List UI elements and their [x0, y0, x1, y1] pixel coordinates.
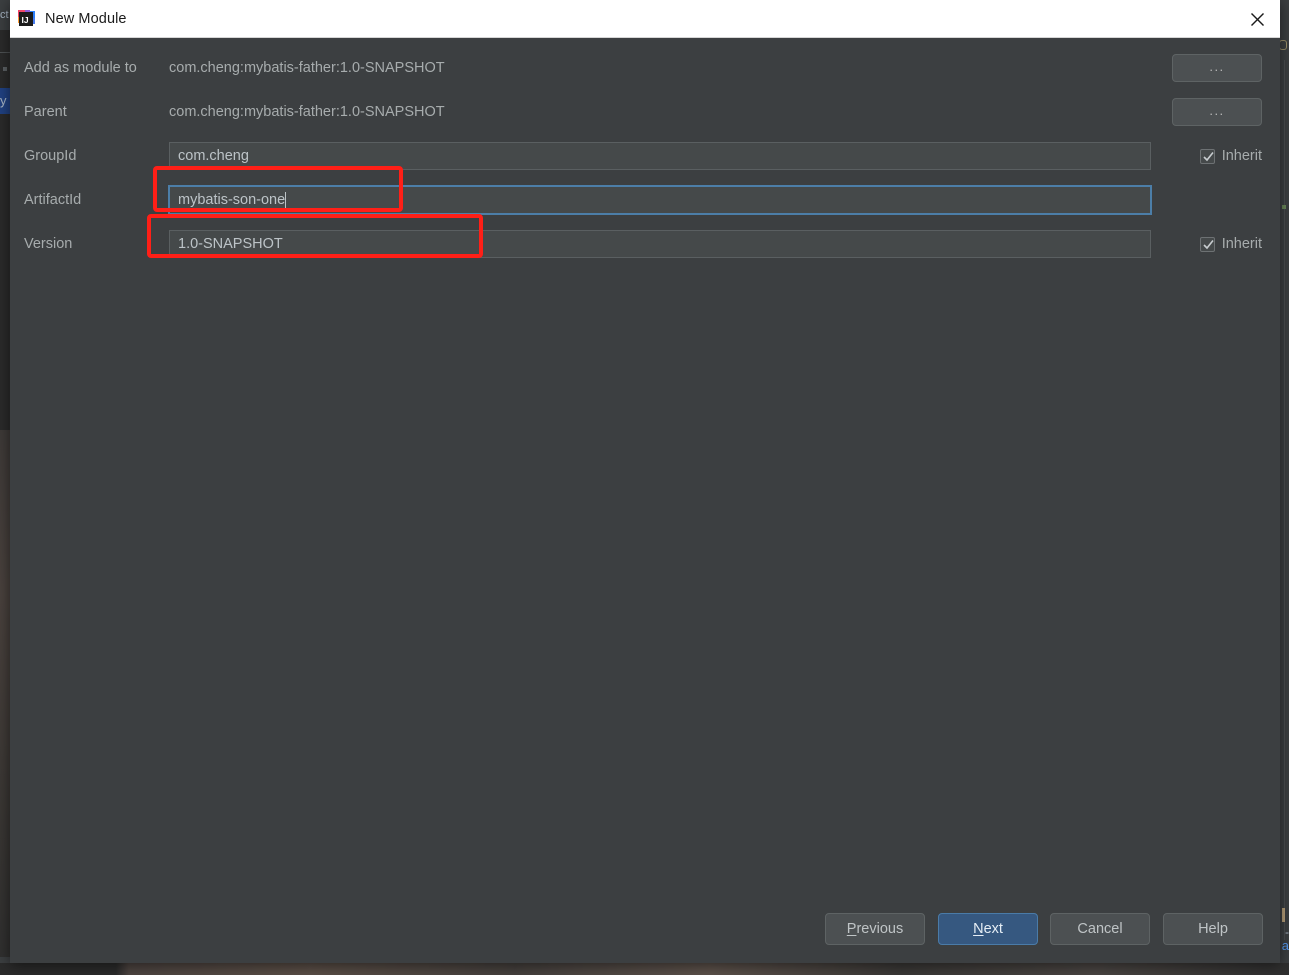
- dialog-footer: Previous Next Cancel Help: [10, 901, 1280, 963]
- close-icon[interactable]: [1234, 0, 1280, 38]
- form-row-groupid: GroupId com.cheng Inherit: [10, 136, 1280, 176]
- browse-add-as-module-to-button[interactable]: ...: [1172, 54, 1262, 82]
- ide-bullet-dot: [3, 67, 7, 71]
- ide-dash-fragment: -: [1285, 925, 1289, 939]
- checkbox-checked-icon: [1199, 236, 1215, 252]
- ide-blue-text-fragment: a: [1281, 938, 1289, 953]
- text-caret: [285, 192, 287, 208]
- artifactid-input-value: mybatis-son-one: [178, 192, 286, 208]
- groupid-input[interactable]: com.cheng: [169, 142, 1151, 170]
- svg-text:IJ: IJ: [22, 15, 29, 25]
- form-row-add-as-module-to: Add as module to com.cheng:mybatis-fathe…: [10, 48, 1280, 88]
- version-input[interactable]: 1.0-SNAPSHOT: [169, 230, 1151, 258]
- ide-orange-marker: [1282, 908, 1285, 922]
- ide-vertical-rule: [1284, 60, 1285, 940]
- version-inherit-label: Inherit: [1221, 236, 1262, 252]
- previous-button[interactable]: Previous: [825, 913, 925, 945]
- ide-code-token-oval: [1279, 40, 1287, 50]
- form-row-parent: Parent com.cheng:mybatis-father:1.0-SNAP…: [10, 92, 1280, 132]
- version-inherit-checkbox[interactable]: Inherit: [1199, 236, 1262, 252]
- artifactid-input[interactable]: mybatis-son-one: [169, 186, 1151, 214]
- next-button[interactable]: Next: [938, 913, 1038, 945]
- groupid-inherit-label: Inherit: [1221, 148, 1262, 164]
- label-parent: Parent: [24, 104, 67, 120]
- label-artifactid: ArtifactId: [24, 192, 82, 208]
- intellij-idea-icon: IJ: [17, 9, 37, 29]
- label-add-as-module-to: Add as module to: [24, 60, 137, 76]
- cancel-button[interactable]: Cancel: [1050, 913, 1150, 945]
- ide-green-marker: [1282, 205, 1286, 209]
- value-parent: com.cheng:mybatis-father:1.0-SNAPSHOT: [169, 104, 445, 120]
- ide-bottom-wallpaper: [0, 963, 1289, 975]
- help-button[interactable]: Help: [1163, 913, 1263, 945]
- groupid-inherit-checkbox[interactable]: Inherit: [1199, 148, 1262, 164]
- ide-right-column: - a: [1279, 0, 1289, 975]
- label-version: Version: [24, 236, 73, 252]
- new-module-dialog: IJ New Module Add as module to com.cheng…: [10, 0, 1280, 963]
- browse-parent-button[interactable]: ...: [1172, 98, 1262, 126]
- form-row-version: Version 1.0-SNAPSHOT Inherit: [10, 224, 1280, 264]
- checkbox-checked-icon: [1199, 148, 1215, 164]
- dialog-body: Add as module to com.cheng:mybatis-fathe…: [10, 38, 1280, 963]
- form-row-artifactid: ArtifactId mybatis-son-one: [10, 180, 1280, 220]
- dialog-titlebar: IJ New Module: [10, 0, 1280, 38]
- label-groupid: GroupId: [24, 148, 77, 164]
- dialog-title: New Module: [45, 10, 127, 27]
- value-add-as-module-to: com.cheng:mybatis-father:1.0-SNAPSHOT: [169, 60, 445, 76]
